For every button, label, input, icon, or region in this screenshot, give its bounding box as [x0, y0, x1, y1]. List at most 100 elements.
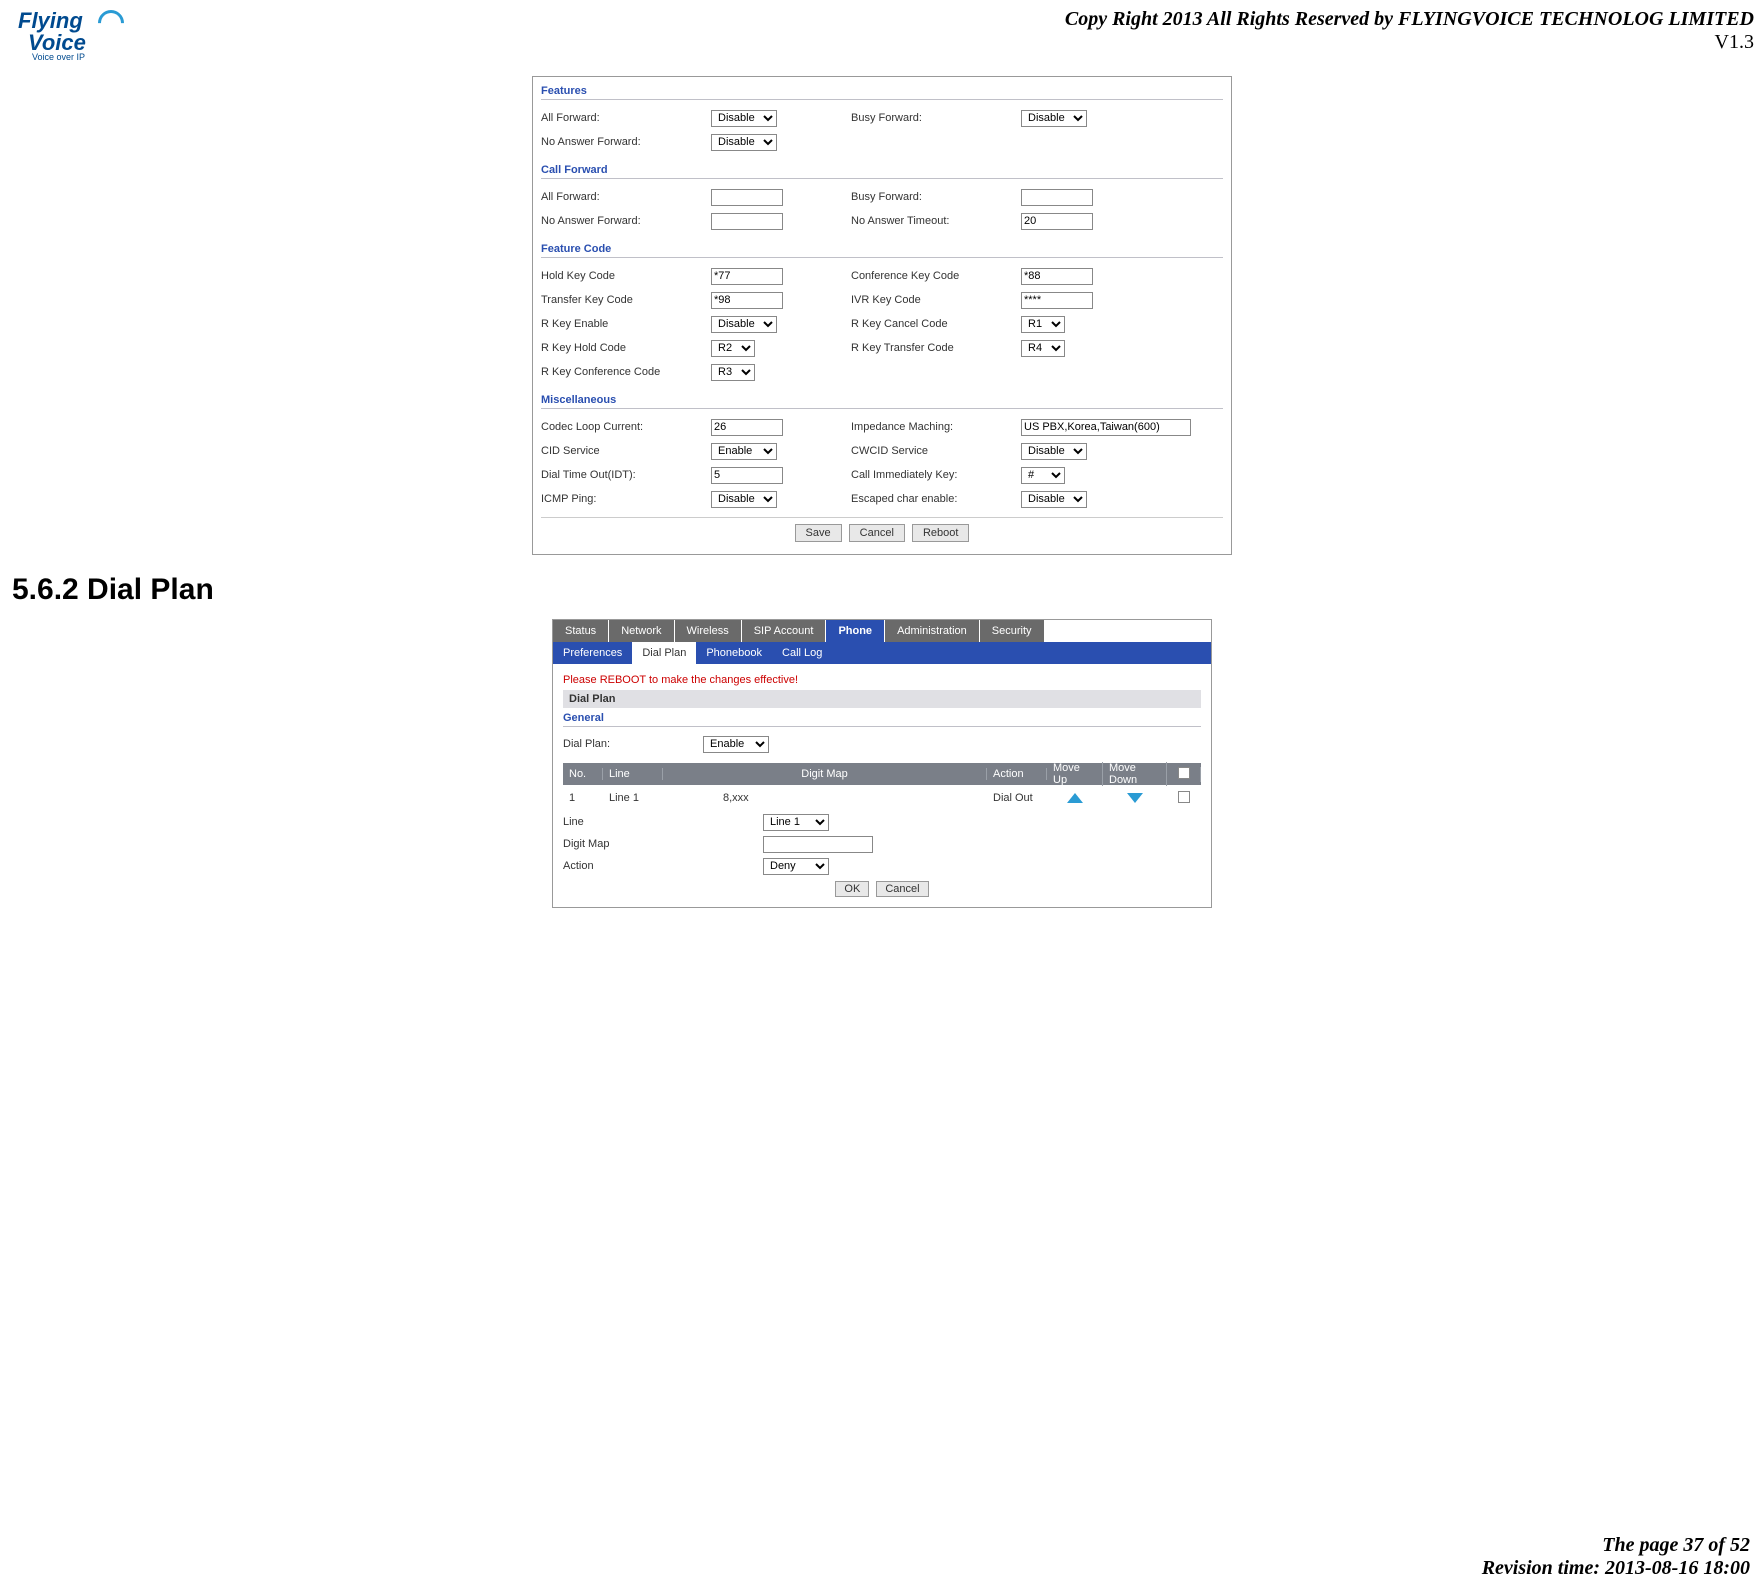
rkey-hold-select[interactable]: R2: [711, 340, 755, 357]
version: V1.3: [1065, 31, 1754, 54]
hold-key-input[interactable]: [711, 268, 783, 285]
cwcid-service-label: CWCID Service: [851, 445, 1021, 457]
call-immediately-select[interactable]: #: [1021, 467, 1065, 484]
subtab-phonebook[interactable]: Phonebook: [696, 642, 772, 664]
tab-security[interactable]: Security: [980, 620, 1044, 642]
escaped-char-select[interactable]: Disable: [1021, 491, 1087, 508]
tab-network[interactable]: Network: [609, 620, 673, 642]
tab-phone[interactable]: Phone: [826, 620, 884, 642]
form-line-label: Line: [563, 816, 763, 828]
screenshot-features: Features All Forward: Disable Busy Forwa…: [532, 76, 1232, 555]
cell-no: 1: [563, 792, 603, 804]
cell-action: Dial Out: [987, 792, 1047, 804]
rkey-enable-select[interactable]: Disable: [711, 316, 777, 333]
codec-loop-label: Codec Loop Current:: [541, 421, 711, 433]
rkey-transfer-label: R Key Transfer Code: [851, 342, 1021, 354]
form-digit-map-label: Digit Map: [563, 838, 763, 850]
rkey-cancel-label: R Key Cancel Code: [851, 318, 1021, 330]
rkey-cancel-select[interactable]: R1: [1021, 316, 1065, 333]
cell-digit-map: 8,xxx: [663, 792, 987, 804]
logo-tagline: Voice over IP: [32, 52, 85, 62]
row-checkbox[interactable]: [1167, 791, 1201, 806]
form-action-select[interactable]: Deny: [763, 858, 829, 875]
footer-revision: Revision time: 2013-08-16 18:00: [1482, 1557, 1750, 1580]
save-button[interactable]: Save: [795, 524, 842, 542]
subtab-call-log[interactable]: Call Log: [772, 642, 832, 664]
dial-timeout-label: Dial Time Out(IDT):: [541, 469, 711, 481]
screenshot-dial-plan: Status Network Wireless SIP Account Phon…: [552, 619, 1212, 908]
th-action: Action: [987, 768, 1047, 780]
icmp-ping-label: ICMP Ping:: [541, 493, 711, 505]
page-footer: The page 37 of 52 Revision time: 2013-08…: [1482, 1534, 1750, 1580]
all-forward-label: All Forward:: [541, 112, 711, 124]
subtab-dial-plan[interactable]: Dial Plan: [632, 642, 696, 664]
cwcid-service-select[interactable]: Disable: [1021, 443, 1087, 460]
tab-status[interactable]: Status: [553, 620, 608, 642]
logo-arc-icon: [93, 5, 130, 42]
th-digit-map: Digit Map: [663, 768, 987, 780]
dial-timeout-input[interactable]: [711, 467, 783, 484]
impedance-label: Impedance Maching:: [851, 421, 1021, 433]
features-title: Features: [541, 85, 1223, 100]
form-digit-map-input[interactable]: [763, 836, 873, 853]
cf-all-forward-input[interactable]: [711, 189, 783, 206]
copyright: Copy Right 2013 All Rights Reserved by F…: [1065, 8, 1754, 31]
th-checkbox: [1167, 767, 1201, 782]
rkey-conference-select[interactable]: R3: [711, 364, 755, 381]
busy-forward-select[interactable]: Disable: [1021, 110, 1087, 127]
main-tabs: Status Network Wireless SIP Account Phon…: [553, 620, 1211, 642]
misc-title: Miscellaneous: [541, 394, 1223, 409]
codec-loop-input[interactable]: [711, 419, 783, 436]
tab-wireless[interactable]: Wireless: [675, 620, 741, 642]
move-down-button[interactable]: [1103, 793, 1167, 803]
icmp-ping-select[interactable]: Disable: [711, 491, 777, 508]
header-right: Copy Right 2013 All Rights Reserved by F…: [1065, 8, 1754, 54]
page-header: Flying Voice Voice over IP Copy Right 20…: [10, 8, 1754, 64]
reboot-button[interactable]: Reboot: [912, 524, 969, 542]
chevron-down-icon: [1127, 793, 1143, 803]
cf-busy-forward-label: Busy Forward:: [851, 191, 1021, 203]
ivr-key-label: IVR Key Code: [851, 294, 1021, 306]
cancel-button-2[interactable]: Cancel: [876, 881, 928, 897]
footer-page: The page 37 of 52: [1482, 1534, 1750, 1557]
cf-all-forward-label: All Forward:: [541, 191, 711, 203]
logo: Flying Voice Voice over IP: [10, 8, 130, 64]
call-forward-title: Call Forward: [541, 164, 1223, 179]
feature-code-title: Feature Code: [541, 243, 1223, 258]
rkey-conference-label: R Key Conference Code: [541, 366, 711, 378]
impedance-input[interactable]: [1021, 419, 1191, 436]
hold-key-label: Hold Key Code: [541, 270, 711, 282]
dial-plan-table-header: No. Line Digit Map Action Move Up Move D…: [563, 763, 1201, 785]
move-up-button[interactable]: [1047, 793, 1103, 803]
form-action-label: Action: [563, 860, 763, 872]
th-move-up: Move Up: [1047, 762, 1103, 786]
table-row: 1 Line 1 8,xxx Dial Out: [563, 785, 1201, 811]
ivr-key-input[interactable]: [1021, 292, 1093, 309]
form-line-select[interactable]: Line 1: [763, 814, 829, 831]
th-line: Line: [603, 768, 663, 780]
cancel-button[interactable]: Cancel: [849, 524, 905, 542]
dial-plan-select[interactable]: Enable: [703, 736, 769, 753]
subtab-preferences[interactable]: Preferences: [553, 642, 632, 664]
no-answer-forward-label: No Answer Forward:: [541, 136, 711, 148]
cf-busy-forward-input[interactable]: [1021, 189, 1093, 206]
th-no: No.: [563, 768, 603, 780]
cf-no-answer-timeout-input[interactable]: [1021, 213, 1093, 230]
rkey-enable-label: R Key Enable: [541, 318, 711, 330]
dial-plan-label: Dial Plan:: [563, 738, 703, 750]
no-answer-forward-select[interactable]: Disable: [711, 134, 777, 151]
tab-sip-account[interactable]: SIP Account: [742, 620, 826, 642]
rkey-hold-label: R Key Hold Code: [541, 342, 711, 354]
conference-key-input[interactable]: [1021, 268, 1093, 285]
cf-no-answer-forward-input[interactable]: [711, 213, 783, 230]
all-forward-select[interactable]: Disable: [711, 110, 777, 127]
tab-administration[interactable]: Administration: [885, 620, 979, 642]
cid-service-select[interactable]: Enable: [711, 443, 777, 460]
rkey-transfer-select[interactable]: R4: [1021, 340, 1065, 357]
conference-key-label: Conference Key Code: [851, 270, 1021, 282]
transfer-key-input[interactable]: [711, 292, 783, 309]
th-move-down: Move Down: [1103, 762, 1167, 786]
transfer-key-label: Transfer Key Code: [541, 294, 711, 306]
reboot-warning: Please REBOOT to make the changes effect…: [563, 674, 1201, 686]
ok-button[interactable]: OK: [835, 881, 869, 897]
